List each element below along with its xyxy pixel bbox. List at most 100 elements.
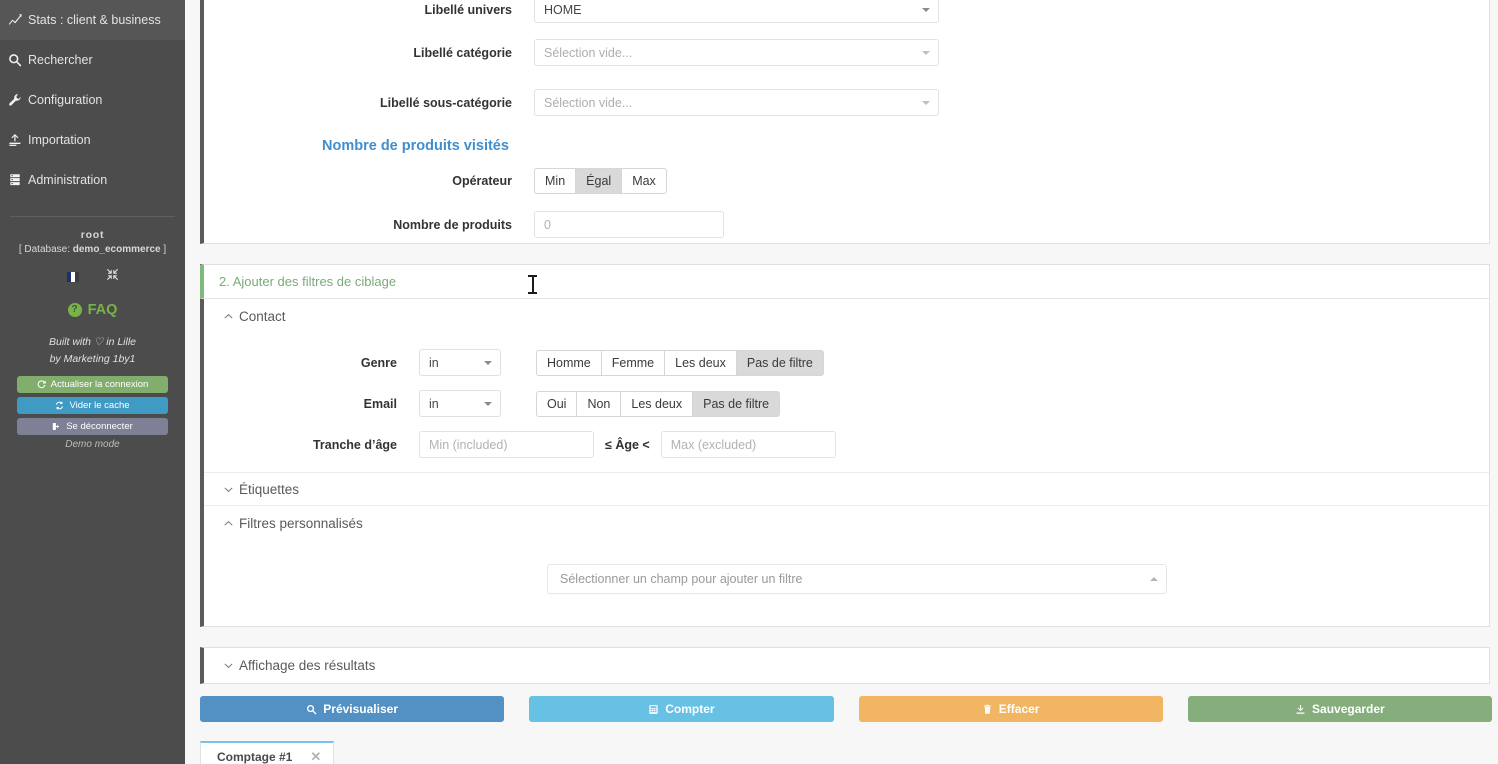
sauvegarder-label: Sauvegarder xyxy=(1312,702,1385,716)
age-max-input[interactable] xyxy=(660,431,836,458)
sidebar-item-label: Administration xyxy=(28,173,108,187)
trash-icon xyxy=(982,704,993,715)
chevron-down-icon xyxy=(922,7,930,12)
close-icon[interactable]: ✕ xyxy=(310,749,321,764)
genre-option-femme[interactable]: Femme xyxy=(600,349,665,376)
sidebar-database-name: demo_ecommerce xyxy=(72,244,161,255)
targeting-filters-header-label: 2. Ajouter des filtres de ciblage xyxy=(219,274,397,289)
sidebar-item-label: Importation xyxy=(28,133,91,147)
chevron-up-icon xyxy=(1150,577,1158,581)
operator-option-max[interactable]: Max xyxy=(621,168,667,194)
effacer-button[interactable]: Effacer xyxy=(858,696,1163,722)
email-option-les-deux[interactable]: Les deux xyxy=(620,390,693,417)
logout-button[interactable]: Se déconnecter xyxy=(17,418,168,435)
accordion-header-contact[interactable]: Contact xyxy=(204,299,1489,333)
email-operator-select[interactable]: in xyxy=(419,390,501,417)
chevron-down-icon xyxy=(922,50,930,55)
results-tab-area: Comptage #1 ✕ Temps écoulé: 33.823s xyxy=(200,741,1492,764)
results-display-panel[interactable]: Affichage des résultats xyxy=(200,647,1490,684)
field-row-categorie: Libellé catégorie Sélection vide... xyxy=(204,39,1489,66)
search-icon xyxy=(306,704,317,715)
clear-cache-button[interactable]: Vider le cache xyxy=(17,397,168,414)
accordion-header-etiquettes[interactable]: Étiquettes xyxy=(204,472,1489,506)
chevron-down-icon xyxy=(484,401,492,406)
sauvegarder-button[interactable]: Sauvegarder xyxy=(1187,696,1492,722)
filter-row-tranche-age: Tranche d’âge ≤ Âge < xyxy=(204,431,1489,458)
libelle-categorie-select[interactable]: Sélection vide... xyxy=(534,39,939,66)
field-row-sous-categorie: Libellé sous-catégorie Sélection vide... xyxy=(204,89,1489,116)
section-subheading: Nombre de produits visités xyxy=(322,138,509,154)
libelle-univers-select[interactable]: HOME xyxy=(534,0,939,23)
sidebar-item-rechercher[interactable]: Rechercher xyxy=(0,40,185,80)
sidebar-item-importation[interactable]: Importation xyxy=(0,120,185,160)
previsualiser-button[interactable]: Prévisualiser xyxy=(200,696,505,722)
database-icon xyxy=(2,173,28,187)
built-line-1: Built with ♡ in Lille xyxy=(48,336,137,348)
libelle-sous-categorie-value: Sélection vide... xyxy=(544,95,633,110)
accordion-title-etiquettes: Étiquettes xyxy=(239,481,300,497)
genre-option-pas-de-filtre[interactable]: Pas de filtre xyxy=(735,349,824,376)
genre-operator-select[interactable]: in xyxy=(419,349,501,376)
sidebar-icon-row xyxy=(0,268,185,286)
genre-option-les-deux[interactable]: Les deux xyxy=(664,349,736,376)
custom-filter-field-select[interactable]: Sélectionner un champ pour ajouter un fi… xyxy=(547,564,1167,594)
effacer-label: Effacer xyxy=(998,702,1040,716)
sidebar-item-configuration[interactable]: Configuration xyxy=(0,80,185,120)
sidebar-database: [ Database: demo_ecommerce ] xyxy=(0,244,185,255)
chevron-down-icon xyxy=(220,484,236,495)
tab-comptage-1[interactable]: Comptage #1 ✕ xyxy=(200,741,335,764)
accordion-title-affichage: Affichage des résultats xyxy=(239,658,376,673)
upload-icon xyxy=(2,133,28,147)
accordion-header-filtres-personnalises[interactable]: Filtres personnalisés xyxy=(204,506,1489,540)
libelle-univers-value: HOME xyxy=(544,2,582,17)
chevron-down-icon xyxy=(922,100,930,105)
libelle-categorie-value: Sélection vide... xyxy=(544,45,633,60)
faq-link[interactable]: ? FAQ xyxy=(0,302,185,318)
targeting-filters-header[interactable]: 2. Ajouter des filtres de ciblage xyxy=(200,265,1489,299)
operator-button-group: Min Égal Max xyxy=(534,168,667,194)
sidebar-item-administration[interactable]: Administration xyxy=(0,160,185,200)
libelle-sous-categorie-select[interactable]: Sélection vide... xyxy=(534,89,939,116)
chevron-down-icon xyxy=(220,660,236,671)
field-row-univers: Libellé univers HOME xyxy=(204,0,1489,23)
operator-option-min[interactable]: Min xyxy=(534,168,576,194)
sidebar-username: root xyxy=(0,229,185,241)
custom-filters-body: Sélectionner un champ pour ajouter un fi… xyxy=(204,540,1489,626)
compter-label: Compter xyxy=(665,702,715,716)
download-icon xyxy=(1295,704,1306,715)
refresh-connection-button[interactable]: Actualiser la connexion xyxy=(17,376,168,393)
age-min-input[interactable] xyxy=(419,431,594,458)
email-option-oui[interactable]: Oui xyxy=(536,390,577,417)
faq-label: FAQ xyxy=(87,302,118,318)
french-flag-icon[interactable] xyxy=(66,272,80,282)
field-label: Nombre de produits xyxy=(393,217,512,232)
genre-operator-value: in xyxy=(429,355,439,370)
main-content: Libellé univers HOME Libellé catégorie S… xyxy=(185,0,1498,764)
previsualiser-label: Prévisualiser xyxy=(323,702,398,716)
email-option-non[interactable]: Non xyxy=(576,390,621,417)
email-option-pas-de-filtre[interactable]: Pas de filtre xyxy=(692,390,781,417)
sidebar-item-stats[interactable]: Stats : client & business xyxy=(0,0,185,40)
filter-row-genre: Genre in Homme Femme Les deux Pas de fil… xyxy=(204,349,1489,376)
accordion-title-filtres-personnalises: Filtres personnalisés xyxy=(239,515,363,531)
genre-option-homme[interactable]: Homme xyxy=(536,349,601,376)
sync-icon xyxy=(55,401,64,410)
tab-comptage-1-label: Comptage #1 xyxy=(217,750,293,764)
email-operator-value: in xyxy=(429,396,439,411)
built-line-2: by Marketing 1by1 xyxy=(49,353,136,365)
accordion-header-affichage[interactable]: Affichage des résultats xyxy=(204,648,1489,683)
results-tabstrip: Comptage #1 ✕ xyxy=(200,741,1492,764)
logout-label: Se déconnecter xyxy=(66,421,133,432)
chevron-down-icon xyxy=(484,360,492,365)
refresh-connection-label: Actualiser la connexion xyxy=(50,379,149,390)
operator-option-egal[interactable]: Égal xyxy=(575,168,622,194)
compter-button[interactable]: Compter xyxy=(529,696,834,722)
chevron-up-icon xyxy=(220,518,236,529)
sidebar: Stats : client & business Rechercher Con… xyxy=(0,0,185,764)
sidebar-item-label: Rechercher xyxy=(28,53,93,67)
custom-filter-field-placeholder: Sélectionner un champ pour ajouter un fi… xyxy=(560,572,803,586)
sidebar-item-label: Configuration xyxy=(28,93,103,107)
nombre-produits-input[interactable] xyxy=(534,211,724,238)
compress-icon[interactable] xyxy=(106,268,119,286)
field-row-nombre-produits: Nombre de produits xyxy=(204,211,1489,238)
